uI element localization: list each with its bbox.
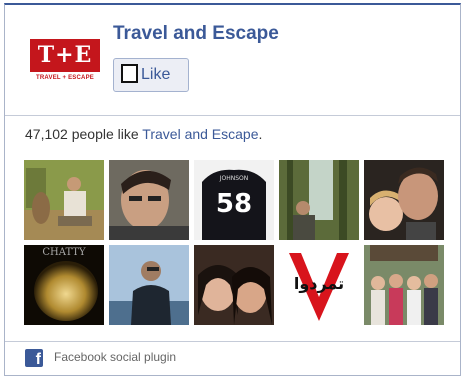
fan-avatar[interactable]	[364, 160, 444, 240]
like-label: Like	[141, 66, 171, 83]
chatty-text: CHATTY	[42, 247, 86, 258]
fan-avatar[interactable]: تمردوا	[279, 245, 359, 325]
jersey-name: JOHNSON	[219, 175, 249, 182]
fan-avatar[interactable]	[194, 245, 274, 325]
like-checkbox[interactable]	[121, 64, 138, 83]
logo-mark: T+E	[30, 39, 100, 72]
social-plugin-label[interactable]: Facebook social plugin	[54, 350, 176, 364]
fan-avatar[interactable]	[24, 160, 104, 240]
like-button[interactable]: Like	[113, 58, 189, 92]
fan-avatar[interactable]: CHATTY	[24, 245, 104, 325]
period: .	[258, 126, 263, 142]
jersey-number: 58	[216, 189, 252, 219]
page-logo[interactable]: T+E TRAVEL + ESCAPE	[27, 38, 103, 92]
page-link[interactable]: Travel and Escape	[142, 126, 258, 142]
arabic-text: تمردوا	[294, 274, 344, 293]
divider	[5, 341, 460, 342]
like-count-text: 47,102 people like	[25, 126, 143, 142]
like-box-widget: T+E TRAVEL + ESCAPE Travel and Escape Li…	[4, 3, 461, 376]
fan-avatar[interactable]	[109, 160, 189, 240]
like-count-line: 47,102 people like Travel and Escape.	[25, 126, 262, 142]
fan-avatar[interactable]	[109, 245, 189, 325]
fan-avatar[interactable]	[279, 160, 359, 240]
page-name-link[interactable]: Travel and Escape	[113, 23, 279, 45]
logo-tagline: TRAVEL + ESCAPE	[36, 75, 94, 81]
fan-avatar[interactable]	[364, 245, 444, 325]
fan-avatar[interactable]: JOHNSON 58	[194, 160, 274, 240]
page-header: T+E TRAVEL + ESCAPE Travel and Escape Li…	[5, 5, 460, 115]
fan-faces-grid: JOHNSON 58 CHATTY تمردوا	[24, 160, 444, 328]
divider	[5, 115, 460, 116]
facebook-icon[interactable]: f	[25, 349, 43, 367]
